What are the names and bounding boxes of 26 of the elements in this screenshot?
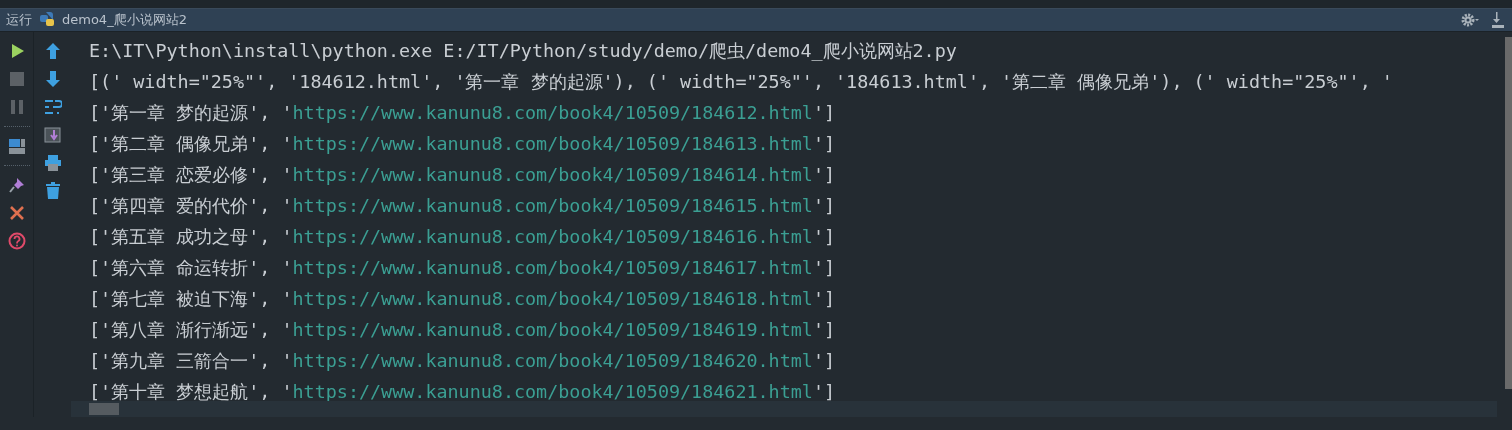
run-config-tab[interactable]: demo4_爬小说网站2 [62, 11, 187, 29]
close-icon[interactable] [7, 204, 26, 222]
layout-icon[interactable] [7, 137, 26, 155]
console-output-line: ['第十章 梦想起航', 'https://www.kanunu8.com/book4/10509/184621.html'] [89, 380, 837, 401]
print-icon[interactable] [43, 154, 62, 172]
console-output-line: ['第三章 恋爱必修', 'https://www.kanunu8.com/book4/10509/184614.html'] [89, 163, 837, 187]
console-output-line: ['第一章 梦的起源', 'https://www.kanunu8.com/book4/10509/184612.html'] [89, 101, 837, 125]
console-output-line: ['第七章 被迫下海', 'https://www.kanunu8.com/book4/10509/184618.html'] [89, 287, 837, 311]
horizontal-scrollbar[interactable] [71, 401, 1497, 417]
scroll-to-end-icon[interactable] [43, 126, 62, 144]
settings-icon[interactable] [1460, 11, 1482, 29]
console-output-line: ['第四章 爱的代价', 'https://www.kanunu8.com/book4/10509/184615.html'] [89, 194, 837, 218]
help-icon[interactable] [7, 232, 26, 250]
console-output-line: ['第五章 成功之母', 'https://www.kanunu8.com/book4/10509/184616.html'] [89, 225, 837, 249]
soft-wrap-icon[interactable] [43, 98, 62, 116]
console-output-line: ['第八章 渐行渐远', 'https://www.kanunu8.com/book4/10509/184619.html'] [89, 318, 837, 342]
console-output-line: ['第九章 三箭合一', 'https://www.kanunu8.com/book4/10509/184620.html'] [89, 349, 837, 373]
console-output-line: ['第二章 偶像兄弟', 'https://www.kanunu8.com/book4/10509/184613.html'] [89, 132, 837, 156]
pin-icon[interactable] [7, 176, 26, 194]
python-icon [38, 11, 56, 29]
trash-icon[interactable] [43, 182, 62, 200]
console-output-line: ['第六章 命运转折', 'https://www.kanunu8.com/book4/10509/184617.html'] [89, 256, 837, 280]
console-output-line: [(' width="25%"', '184612.html', '第一章 梦的起源'), (' width="25%"', '184613.html', '第二章 偶像兄弟'), (' width="25%"', ' [89, 70, 1394, 94]
run-label: 运行 [6, 11, 32, 29]
vertical-scrollbar[interactable] [1505, 37, 1512, 389]
console-output-line: E:\IT\Python\install\python.exe E:/IT/Python/study/demo/爬虫/demo4_爬小说网站2.py [89, 39, 958, 63]
